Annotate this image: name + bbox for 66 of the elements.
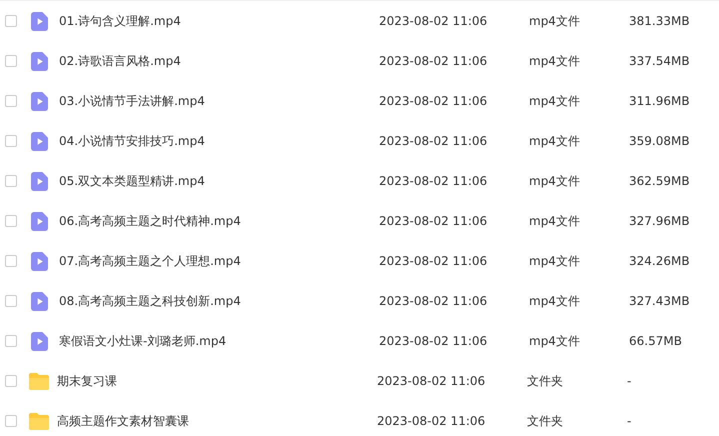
file-size: - (627, 414, 632, 428)
checkbox[interactable] (5, 335, 17, 347)
file-size: 381.33MB (629, 14, 690, 28)
file-name[interactable]: 05.双文本类题型精讲.mp4 (59, 172, 379, 190)
file-type: mp4文件 (529, 52, 581, 70)
video-file-icon (31, 212, 48, 230)
file-type: 文件夹 (527, 372, 564, 390)
modified-date: 2023-08-02 11:06 (379, 174, 488, 188)
file-size: 359.08MB (629, 134, 690, 148)
modified-date: 2023-08-02 11:06 (379, 214, 488, 228)
file-type: mp4文件 (529, 332, 581, 350)
checkbox[interactable] (5, 15, 17, 27)
file-size: 311.96MB (629, 94, 690, 108)
file-type: mp4文件 (529, 172, 581, 190)
file-name[interactable]: 03.小说情节手法讲解.mp4 (59, 92, 379, 110)
folder-icon (29, 372, 49, 390)
video-file-icon (31, 132, 48, 150)
file-size: 337.54MB (629, 54, 690, 68)
video-file-icon (31, 52, 48, 70)
video-file-icon (31, 172, 48, 190)
file-name[interactable]: 06.高考高频主题之时代精神.mp4 (59, 212, 379, 230)
file-size: - (627, 374, 632, 388)
video-file-icon (31, 332, 48, 350)
file-name[interactable]: 期末复习课 (57, 372, 377, 390)
file-name[interactable]: 07.高考高频主题之个人理想.mp4 (59, 252, 379, 270)
modified-date: 2023-08-02 11:06 (379, 294, 488, 308)
folder-icon (29, 412, 49, 430)
video-file-icon (31, 252, 48, 270)
file-type: mp4文件 (529, 292, 581, 310)
checkbox[interactable] (5, 415, 17, 427)
modified-date: 2023-08-02 11:06 (379, 254, 488, 268)
modified-date: 2023-08-02 11:06 (379, 54, 488, 68)
file-size: 324.26MB (629, 254, 690, 268)
checkbox[interactable] (5, 255, 17, 267)
checkbox[interactable] (5, 295, 17, 307)
file-name[interactable]: 02.诗歌语言风格.mp4 (59, 52, 379, 70)
modified-date: 2023-08-02 11:06 (377, 414, 486, 428)
file-name[interactable]: 高频主题作文素材智囊课 (57, 412, 377, 430)
file-type: mp4文件 (529, 132, 581, 150)
file-name[interactable]: 04.小说情节安排技巧.mp4 (59, 132, 379, 150)
checkbox[interactable] (5, 175, 17, 187)
file-size: 362.59MB (629, 174, 690, 188)
modified-date: 2023-08-02 11:06 (379, 94, 488, 108)
file-size: 327.43MB (629, 294, 690, 308)
file-type: mp4文件 (529, 212, 581, 230)
checkbox[interactable] (5, 215, 17, 227)
checkbox[interactable] (5, 95, 17, 107)
file-type: 文件夹 (527, 412, 564, 430)
file-name[interactable]: 08.高考高频主题之科技创新.mp4 (59, 292, 379, 310)
file-type: mp4文件 (529, 12, 581, 30)
modified-date: 2023-08-02 11:06 (379, 134, 488, 148)
file-size: 327.96MB (629, 214, 690, 228)
file-name[interactable]: 寒假语文小灶课-刘璐老师.mp4 (59, 332, 379, 350)
video-file-icon (31, 292, 48, 310)
video-file-icon (31, 12, 48, 30)
modified-date: 2023-08-02 11:06 (377, 374, 486, 388)
checkbox[interactable] (5, 375, 17, 387)
file-name[interactable]: 01.诗句含义理解.mp4 (59, 12, 379, 30)
file-type: mp4文件 (529, 252, 581, 270)
video-file-icon (31, 92, 48, 110)
checkbox[interactable] (5, 135, 17, 147)
checkbox[interactable] (5, 55, 17, 67)
modified-date: 2023-08-02 11:06 (379, 14, 488, 28)
modified-date: 2023-08-02 11:06 (379, 334, 488, 348)
file-type: mp4文件 (529, 92, 581, 110)
file-size: 66.57MB (629, 334, 682, 348)
